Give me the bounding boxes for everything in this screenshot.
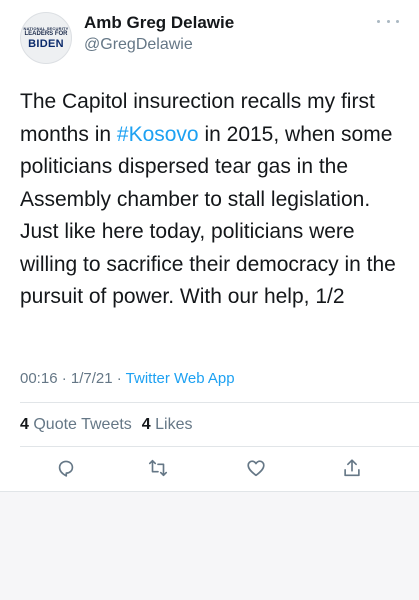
tweet-card: NATIONAL SECURITY LEADERS FOR BIDEN Amb … [0, 0, 419, 492]
likes-label: Likes [155, 416, 193, 433]
quote-tweets-count: 4 [20, 416, 29, 433]
share-icon [344, 459, 360, 477]
like-button[interactable] [244, 456, 268, 480]
heart-icon [247, 460, 265, 477]
action-bar [0, 456, 419, 484]
more-dot [386, 19, 390, 23]
tweet-time[interactable]: 00:16 [20, 370, 58, 387]
more-dot [396, 19, 399, 23]
quote-tweets-stat[interactable]: 4 Quote Tweets [20, 416, 132, 434]
hashtag-link[interactable]: #Kosovo [117, 123, 199, 146]
avatar-text-line3: BIDEN [28, 38, 64, 50]
quote-tweets-label: Quote Tweets [33, 416, 132, 433]
more-dot [377, 19, 380, 23]
share-button[interactable] [340, 456, 364, 480]
tweet-source-link[interactable]: Twitter Web App [126, 370, 235, 387]
likes-count: 4 [141, 416, 151, 433]
avatar[interactable]: NATIONAL SECURITY LEADERS FOR BIDEN [20, 12, 72, 64]
tweet-stats: 4 Quote Tweets 4 Likes [20, 416, 193, 434]
tweet-text: The Capitol insurection recalls my first… [20, 86, 402, 314]
reply-button[interactable] [54, 456, 78, 480]
likes-stat[interactable]: 4 Likes [142, 416, 193, 434]
meta-separator: · [112, 370, 126, 387]
divider [20, 446, 419, 447]
retweet-button[interactable] [146, 456, 170, 480]
retweet-icon [148, 459, 168, 477]
display-name[interactable]: Amb Greg Delawie [84, 13, 234, 33]
avatar-text-line2: LEADERS FOR [24, 31, 68, 37]
more-icon[interactable] [377, 14, 399, 28]
tweet-date[interactable]: 1/7/21 [71, 370, 113, 387]
meta-separator: · [57, 370, 71, 387]
tweet-meta: 00:16 · 1/7/21 · Twitter Web App [20, 370, 235, 387]
divider [20, 402, 419, 403]
user-handle[interactable]: @GregDelawie [84, 36, 193, 54]
tweet-text-after: in 2015, when some politicians dispersed… [20, 122, 396, 309]
reply-icon [58, 460, 74, 477]
